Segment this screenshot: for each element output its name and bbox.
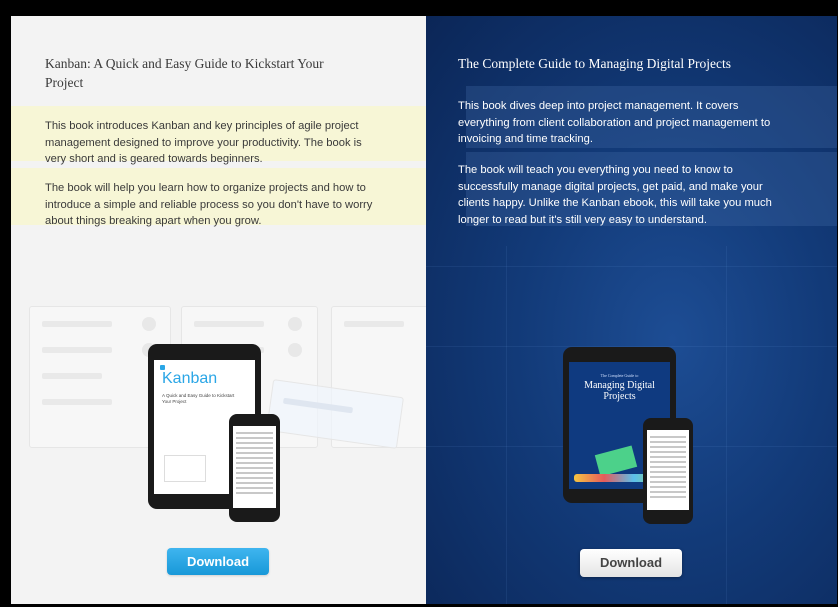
cover-illustration bbox=[164, 455, 206, 482]
kanban-book-title: Kanban: A Quick and Easy Guide to Kickst… bbox=[45, 56, 324, 90]
digital-projects-description-1: This book dives deep into project manage… bbox=[458, 100, 771, 145]
digital-projects-description-2: The book will teach you everything you n… bbox=[458, 164, 772, 226]
kanban-download-button[interactable]: Download bbox=[167, 548, 269, 575]
cover-title: Kanban bbox=[162, 370, 218, 387]
kanban-phone-mockup bbox=[229, 414, 280, 522]
cover-title: Managing Digital Projects bbox=[584, 380, 655, 402]
kanban-description-2: The book will help you learn how to orga… bbox=[45, 182, 373, 227]
kanban-description-1: This book introduces Kanban and key prin… bbox=[45, 120, 362, 165]
digital-projects-book-title: The Complete Guide to Managing Digital P… bbox=[458, 56, 731, 71]
cover-illustration bbox=[594, 445, 638, 477]
kanban-panel bbox=[11, 16, 428, 604]
digital-projects-phone-mockup bbox=[643, 418, 693, 524]
cover-kicker: The Complete Guide to bbox=[600, 373, 639, 378]
cover-subtitle: A Quick and Easy Guide to Kickstart Your… bbox=[162, 393, 235, 404]
digital-projects-download-button[interactable]: Download bbox=[580, 549, 682, 577]
